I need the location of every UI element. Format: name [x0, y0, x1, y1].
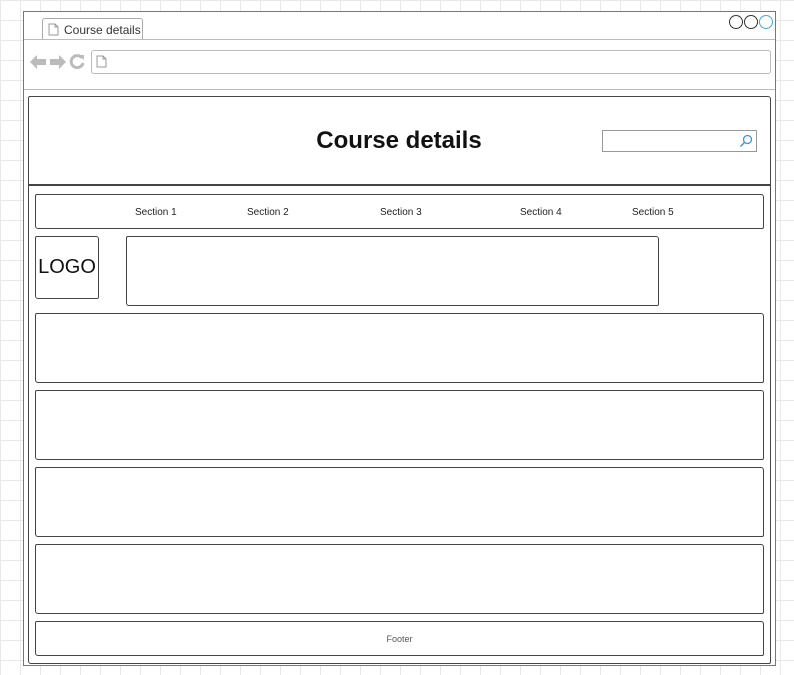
nav-section-5[interactable]: Section 5 — [632, 207, 674, 218]
nav-section-3[interactable]: Section 3 — [380, 207, 422, 218]
section-nav: Section 1 Section 2 Section 3 Section 4 … — [35, 194, 764, 229]
content-block — [35, 544, 764, 614]
page-title: Course details — [316, 127, 482, 154]
search-input[interactable] — [606, 132, 738, 152]
footer: Footer — [35, 621, 764, 656]
page-icon — [96, 55, 107, 68]
nav-section-4[interactable]: Section 4 — [520, 207, 562, 218]
nav-section-2[interactable]: Section 2 — [247, 207, 289, 218]
toolbar-divider — [24, 89, 775, 90]
back-arrow-icon[interactable] — [29, 54, 47, 70]
browser-window: Course details Course details Section 1 … — [23, 11, 776, 666]
window-controls — [729, 15, 773, 29]
address-bar[interactable] — [91, 50, 771, 74]
forward-arrow-icon[interactable] — [49, 54, 67, 70]
minimize-button[interactable] — [729, 15, 743, 29]
search-box[interactable] — [602, 130, 757, 152]
browser-nav-controls — [29, 54, 85, 70]
close-button[interactable] — [759, 15, 773, 29]
content-block — [35, 390, 764, 460]
banner-placeholder — [126, 236, 659, 306]
logo: LOGO — [35, 236, 99, 299]
nav-section-1[interactable]: Section 1 — [135, 207, 177, 218]
header-divider — [29, 184, 770, 186]
page-icon — [48, 23, 59, 36]
content-block — [35, 313, 764, 383]
tab-title: Course details — [64, 22, 141, 37]
magnifier-icon[interactable] — [739, 134, 753, 148]
browser-tab[interactable]: Course details — [42, 18, 143, 40]
reload-icon[interactable] — [69, 54, 85, 70]
maximize-button[interactable] — [744, 15, 758, 29]
tab-bar-divider — [24, 39, 775, 40]
footer-label: Footer — [386, 633, 413, 644]
content-block — [35, 467, 764, 537]
